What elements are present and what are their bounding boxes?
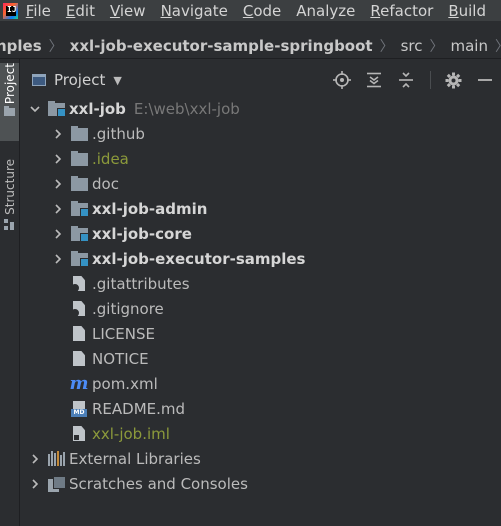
collapse-all-icon[interactable] xyxy=(396,70,416,90)
chevron-right-icon: 〉 xyxy=(495,36,501,56)
tree-item-notice[interactable]: NOTICE xyxy=(20,346,501,371)
folder-icon xyxy=(70,175,88,193)
tree-root-row[interactable]: xxl-job E:\web\xxl-job xyxy=(20,96,501,121)
tree-item-label: NOTICE xyxy=(92,349,149,368)
library-icon xyxy=(47,450,65,468)
chevron-right-icon: 〉 xyxy=(379,38,394,55)
tree-item-xxl-job-core[interactable]: xxl-job-core xyxy=(20,221,501,246)
chevron-right-icon[interactable] xyxy=(51,228,65,240)
folder-icon xyxy=(70,150,88,168)
tree-item-label: LICENSE xyxy=(92,324,155,343)
sidebar-tab-structure[interactable]: Structure xyxy=(0,159,19,249)
scratches-icon xyxy=(47,475,66,493)
tree-item-iml[interactable]: xxl-job.iml xyxy=(20,421,501,446)
breadcrumb: nples 〉 xxl-job-executor-sample-springbo… xyxy=(0,33,501,59)
breadcrumb-item[interactable]: main xyxy=(451,37,488,55)
text-file-icon xyxy=(70,325,88,343)
tree-item-doc[interactable]: doc xyxy=(20,171,501,196)
maven-icon: m xyxy=(69,372,89,394)
tree-item-gitattributes[interactable]: .gitattributes xyxy=(20,271,501,296)
tree-item-xxl-job-admin[interactable]: xxl-job-admin xyxy=(20,196,501,221)
tree-item-xxl-job-executor-samples[interactable]: xxl-job-executor-samples xyxy=(20,246,501,271)
tree-item-label: xxl-job.iml xyxy=(92,424,170,443)
chevron-right-icon[interactable] xyxy=(51,153,65,165)
gitignore-file-icon xyxy=(70,300,88,318)
tree-item-label: pom.xml xyxy=(92,374,158,393)
menu-view[interactable]: View xyxy=(110,2,146,20)
module-folder-icon xyxy=(70,200,89,218)
tree-item-external-libraries[interactable]: External Libraries xyxy=(20,446,501,471)
tree-item-label: xxl-job-executor-samples xyxy=(92,249,306,268)
tree-item-label: .gitignore xyxy=(92,299,164,318)
tree-item-github[interactable]: .github xyxy=(20,121,501,146)
tree-item-label: xxl-job-core xyxy=(92,224,192,243)
folder-icon xyxy=(70,125,88,143)
tree-item-label: doc xyxy=(92,174,119,193)
text-file-icon xyxy=(70,350,88,368)
tree-item-license[interactable]: LICENSE xyxy=(20,321,501,346)
root-path: E:\web\xxl-job xyxy=(133,99,240,118)
menu-edit[interactable]: Edit xyxy=(66,2,95,20)
chevron-right-icon[interactable] xyxy=(28,478,42,490)
chevron-down-icon[interactable]: ▼ xyxy=(113,74,121,87)
tree-item-label: xxl-job xyxy=(69,99,126,118)
toolbar-divider xyxy=(430,71,431,89)
git-file-icon xyxy=(70,275,88,293)
tree-item-label: xxl-job-admin xyxy=(92,199,208,218)
chevron-right-icon[interactable] xyxy=(28,453,42,465)
project-toolwindow-header: Project ▼ xyxy=(20,66,501,94)
tree-item-label: .gitattributes xyxy=(92,274,190,293)
menu-file[interactable]: File xyxy=(26,2,51,20)
breadcrumb-item[interactable]: xxl-job-executor-sample-springboot xyxy=(70,37,373,55)
minimize-icon[interactable] xyxy=(475,70,495,90)
tree-item-pom-xml[interactable]: m pom.xml xyxy=(20,371,501,396)
tool-window-strip: Project Structure xyxy=(0,59,20,526)
structure-icon xyxy=(4,218,15,230)
module-folder-icon xyxy=(47,100,66,118)
chevron-right-icon[interactable] xyxy=(51,178,65,190)
tree-item-label: .idea xyxy=(92,149,129,168)
tree-item-label: .github xyxy=(92,124,145,143)
tree-item-idea[interactable]: .idea xyxy=(20,146,501,171)
chevron-right-icon: 〉 xyxy=(48,38,63,55)
iml-file-icon xyxy=(70,425,88,443)
menu-build[interactable]: Build xyxy=(448,2,486,20)
module-folder-icon xyxy=(70,225,89,243)
expand-all-icon[interactable] xyxy=(364,70,384,90)
chevron-right-icon[interactable] xyxy=(51,253,65,265)
chevron-right-icon: 〉 xyxy=(429,38,444,55)
chevron-right-icon[interactable] xyxy=(51,128,65,140)
toolwindow-title[interactable]: Project xyxy=(54,71,105,89)
menu-bar: IJ File Edit View Navigate Code Analyze … xyxy=(0,0,501,21)
menu-analyze[interactable]: Analyze xyxy=(296,2,355,20)
locate-icon[interactable] xyxy=(332,70,352,90)
gear-icon[interactable] xyxy=(443,70,463,90)
markdown-file-icon: MD xyxy=(70,400,88,418)
tree-item-scratches[interactable]: Scratches and Consoles xyxy=(20,471,501,496)
module-folder-icon xyxy=(70,250,89,268)
intellij-logo-icon: IJ xyxy=(3,2,18,19)
project-window-icon xyxy=(32,74,46,86)
menu-navigate[interactable]: Navigate xyxy=(161,2,228,20)
tree-item-label: External Libraries xyxy=(69,449,201,468)
chevron-right-icon[interactable] xyxy=(51,203,65,215)
tree-item-gitignore[interactable]: .gitignore xyxy=(20,296,501,321)
folder-icon xyxy=(4,106,15,117)
sidebar-tab-label: Project xyxy=(2,63,17,105)
breadcrumb-item[interactable]: nples xyxy=(0,37,42,55)
tree-item-label: Scratches and Consoles xyxy=(69,474,248,493)
menu-code[interactable]: Code xyxy=(243,2,281,20)
tree-item-readme[interactable]: MD README.md xyxy=(20,396,501,421)
sidebar-tab-label: Structure xyxy=(2,159,17,215)
tree-item-label: README.md xyxy=(92,399,186,418)
menu-refactor[interactable]: Refactor xyxy=(370,2,433,20)
breadcrumb-item[interactable]: src xyxy=(401,37,423,55)
sidebar-tab-project[interactable]: Project xyxy=(0,63,19,141)
chevron-down-icon[interactable] xyxy=(28,103,42,115)
